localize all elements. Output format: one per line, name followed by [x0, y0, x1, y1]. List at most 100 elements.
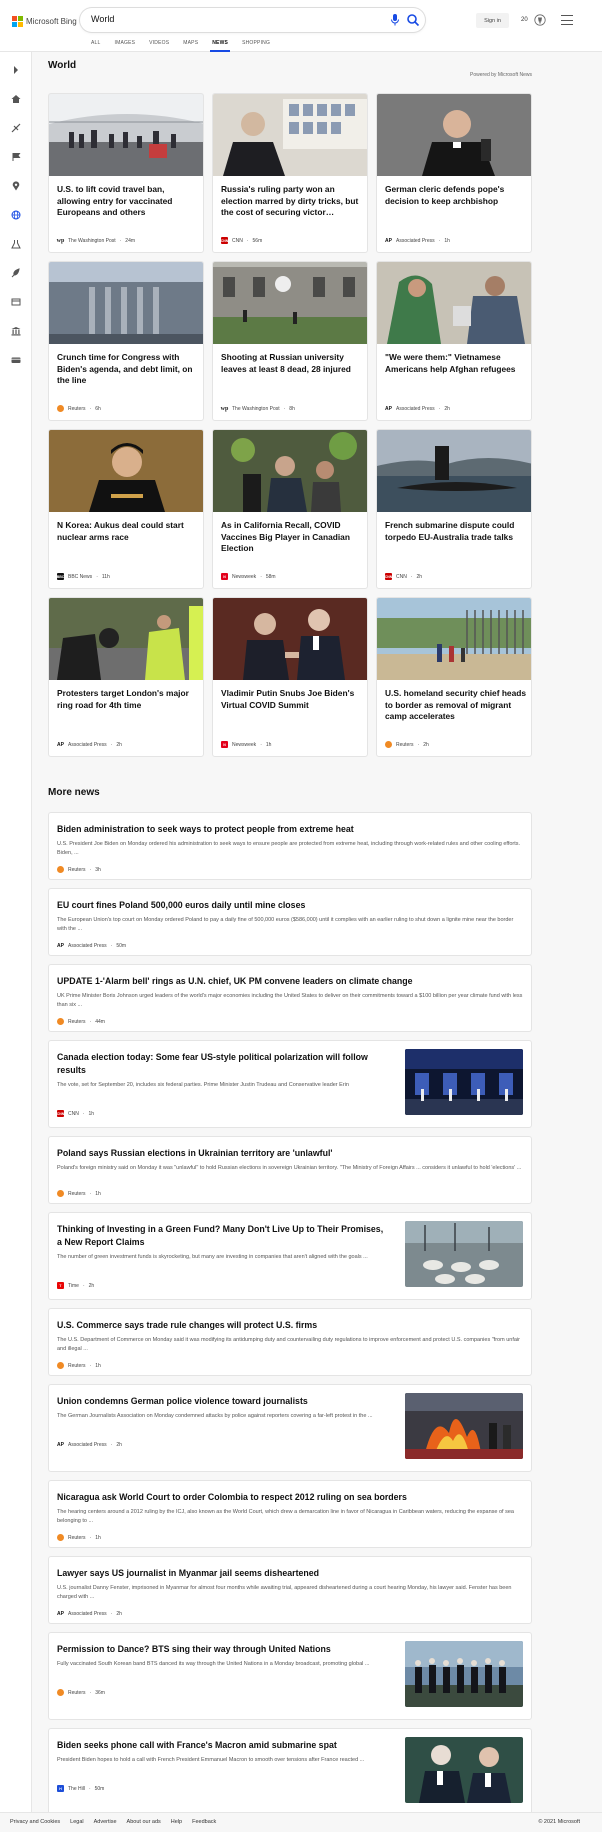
tab-all[interactable]: ALL	[84, 36, 108, 52]
politics-icon[interactable]	[11, 326, 21, 336]
news-list-item[interactable]: Thinking of Investing in a Green Fund? M…	[48, 1212, 532, 1300]
card-title[interactable]: N Korea: Aukus deal could start nuclear …	[57, 520, 199, 543]
item-title[interactable]: Biden administration to seek ways to pro…	[57, 823, 523, 836]
card-title[interactable]: Crunch time for Congress with Biden's ag…	[57, 352, 199, 387]
item-title[interactable]: Thinking of Investing in a Green Fund? M…	[57, 1223, 389, 1249]
news-card[interactable]: French submarine dispute could torpedo E…	[376, 429, 532, 589]
news-list-item[interactable]: Union condemns German police violence to…	[48, 1384, 532, 1472]
item-title[interactable]: UPDATE 1-'Alarm bell' rings as U.N. chie…	[57, 975, 523, 988]
news-card[interactable]: U.S. homeland security chief heads to bo…	[376, 597, 532, 757]
footer-link-legal[interactable]: Legal	[70, 1819, 83, 1825]
card-title[interactable]: Shooting at Russian university leaves at…	[221, 352, 363, 375]
rewards-icon[interactable]	[534, 13, 546, 27]
news-list-item[interactable]: Nicaragua ask World Court to order Colom…	[48, 1480, 532, 1548]
bing-logo[interactable]: Microsoft Bing	[12, 14, 77, 28]
item-source: AP Associated Press · 2h	[57, 1441, 122, 1448]
news-list-item[interactable]: Poland says Russian elections in Ukraini…	[48, 1136, 532, 1204]
card-title[interactable]: U.S. homeland security chief heads to bo…	[385, 688, 527, 723]
home-icon[interactable]	[11, 94, 21, 104]
reuters-logo-icon	[57, 1018, 64, 1025]
tab-news[interactable]: NEWS	[205, 36, 235, 52]
newsweek-logo-icon: N	[221, 573, 228, 580]
top-stories-grid: U.S. to lift covid travel ban, allowing …	[48, 93, 532, 757]
rewards-points[interactable]: 20	[521, 17, 528, 23]
news-card[interactable]: German cleric defends pope's decision to…	[376, 93, 532, 253]
news-card[interactable]: Shooting at Russian university leaves at…	[212, 261, 368, 421]
item-title[interactable]: Poland says Russian elections in Ukraini…	[57, 1147, 523, 1160]
news-list-item[interactable]: UPDATE 1-'Alarm bell' rings as U.N. chie…	[48, 964, 532, 1032]
mic-icon[interactable]	[390, 13, 400, 27]
footer-link-advertise[interactable]: Advertise	[94, 1819, 117, 1825]
news-card[interactable]: U.S. to lift covid travel ban, allowing …	[48, 93, 204, 253]
news-card[interactable]: Protesters target London's major ring ro…	[48, 597, 204, 757]
money-icon[interactable]	[11, 355, 21, 365]
news-list-item[interactable]: Lawyer says US journalist in Myanmar jai…	[48, 1556, 532, 1624]
vertical-tabs: ALL IMAGES VIDEOS MAPS NEWS SHOPPING	[84, 36, 277, 52]
item-title[interactable]: Biden seeks phone call with France's Mac…	[57, 1739, 389, 1752]
news-card[interactable]: N Korea: Aukus deal could start nuclear …	[48, 429, 204, 589]
tab-images[interactable]: IMAGES	[108, 36, 143, 52]
item-thumbnail	[405, 1737, 523, 1803]
footer-link-help[interactable]: Help	[171, 1819, 182, 1825]
newsweek-logo-icon: N	[221, 741, 228, 748]
world-globe-icon[interactable]	[11, 210, 21, 220]
card-title[interactable]: Protesters target London's major ring ro…	[57, 688, 199, 711]
card-title[interactable]: "We were them:" Vietnamese Americans hel…	[385, 352, 527, 375]
news-card[interactable]: Crunch time for Congress with Biden's ag…	[48, 261, 204, 421]
footer-link-feedback[interactable]: Feedback	[192, 1819, 216, 1825]
news-card[interactable]: "We were them:" Vietnamese Americans hel…	[376, 261, 532, 421]
news-card[interactable]: Russia's ruling party won an election ma…	[212, 93, 368, 253]
tab-videos[interactable]: VIDEOS	[142, 36, 176, 52]
hamburger-menu-icon[interactable]	[561, 15, 573, 25]
card-title[interactable]: Vladimir Putin Snubs Joe Biden's Virtual…	[221, 688, 363, 711]
item-title[interactable]: Nicaragua ask World Court to order Colom…	[57, 1491, 523, 1504]
technology-icon[interactable]	[11, 268, 21, 278]
local-icon[interactable]	[11, 181, 21, 191]
footer-link-privacy[interactable]: Privacy and Cookies	[10, 1819, 60, 1825]
search-icon[interactable]	[406, 13, 420, 27]
bbc-logo-icon: BBC	[56, 573, 65, 580]
search-input[interactable]: World	[91, 14, 114, 24]
sign-in-button[interactable]: Sign in	[476, 13, 509, 28]
news-list-item[interactable]: EU court fines Poland 500,000 euros dail…	[48, 888, 532, 956]
news-card[interactable]: As in California Recall, COVID Vaccines …	[212, 429, 368, 589]
item-title[interactable]: EU court fines Poland 500,000 euros dail…	[57, 899, 523, 912]
card-image	[49, 430, 203, 512]
sports-icon[interactable]	[11, 123, 21, 133]
item-source: Reuters · 3h	[57, 866, 101, 873]
reuters-logo-icon	[57, 866, 64, 873]
news-list-item[interactable]: Permission to Dance? BTS sing their way …	[48, 1632, 532, 1720]
item-title[interactable]: U.S. Commerce says trade rule changes wi…	[57, 1319, 523, 1332]
news-list-item[interactable]: Biden seeks phone call with France's Mac…	[48, 1728, 532, 1816]
entertainment-icon[interactable]	[11, 297, 21, 307]
item-source: Reuters · 36m	[57, 1689, 105, 1696]
card-title[interactable]: Russia's ruling party won an election ma…	[221, 184, 363, 219]
news-card[interactable]: Vladimir Putin Snubs Joe Biden's Virtual…	[212, 597, 368, 757]
card-image	[377, 430, 531, 512]
card-title[interactable]: German cleric defends pope's decision to…	[385, 184, 527, 207]
item-source: Reuters · 44m	[57, 1018, 105, 1025]
news-list-item[interactable]: U.S. Commerce says trade rule changes wi…	[48, 1308, 532, 1376]
search-box[interactable]: World	[80, 8, 425, 32]
card-image	[377, 262, 531, 344]
card-title[interactable]: As in California Recall, COVID Vaccines …	[221, 520, 363, 555]
footer-link-about-ads[interactable]: About our ads	[127, 1819, 161, 1825]
item-title[interactable]: Union condemns German police violence to…	[57, 1395, 389, 1408]
expand-icon[interactable]	[11, 65, 21, 75]
news-list-item[interactable]: Canada election today: Some fear US-styl…	[48, 1040, 532, 1128]
item-thumbnail	[405, 1393, 523, 1459]
card-title[interactable]: U.S. to lift covid travel ban, allowing …	[57, 184, 199, 219]
item-title[interactable]: Permission to Dance? BTS sing their way …	[57, 1643, 389, 1656]
item-thumbnail	[405, 1049, 523, 1115]
item-title[interactable]: Lawyer says US journalist in Myanmar jai…	[57, 1567, 523, 1580]
us-flag-icon[interactable]	[11, 152, 21, 162]
news-list-item[interactable]: Biden administration to seek ways to pro…	[48, 812, 532, 880]
the-hill-logo-icon: H	[57, 1785, 64, 1792]
item-title[interactable]: Canada election today: Some fear US-styl…	[57, 1051, 389, 1077]
tab-maps[interactable]: MAPS	[176, 36, 205, 52]
item-source: Reuters · 1h	[57, 1534, 101, 1541]
footer-links: Privacy and Cookies Legal Advertise Abou…	[10, 1819, 216, 1825]
tab-shopping[interactable]: SHOPPING	[235, 36, 277, 52]
card-title[interactable]: French submarine dispute could torpedo E…	[385, 520, 527, 543]
science-icon[interactable]	[11, 239, 21, 249]
